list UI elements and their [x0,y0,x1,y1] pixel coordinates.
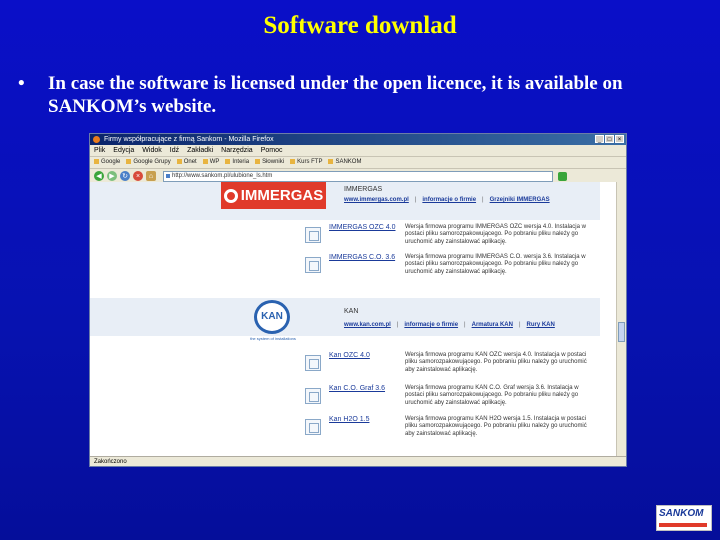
kan-logo[interactable]: KAN the system of installations [250,300,296,344]
program-row: Kan OZC 4.0 Wersja firmowa programu KAN … [305,352,595,378]
url-input[interactable]: http://www.sankom.pl/ulubione_ls.htm [163,170,553,182]
program-link[interactable]: Kan OZC 4.0 [329,352,399,360]
vendor-link-info[interactable]: informacje o firmie [422,197,476,203]
program-description: Wersja firmowa programu KAN C.O. Graf we… [405,385,579,406]
installer-icon [305,227,321,243]
vendor-links: www.kan.com.pl | informacje o firmie | A… [344,322,555,328]
program-link[interactable]: IMMERGAS OZC 4.0 [329,224,399,232]
sankom-logo-text: SANKOM [659,508,704,519]
vendor-links: www.immergas.com.pl | informacje o firmi… [344,197,550,203]
bookmark-item[interactable]: Słowniki [255,157,284,168]
vendor-link-pipes[interactable]: Rury KAN [527,322,555,328]
program-description: Wersja firmowa programu KAN OZC wersja 4… [405,352,587,373]
program-row: IMMERGAS C.O. 3.6 Wersja firmowa program… [305,254,595,280]
menu-file[interactable]: Plik [94,145,105,156]
installer-icon [305,419,321,435]
bookmark-item[interactable]: Google [94,157,120,168]
window-title: Firmy współpracujące z firmą Sankom - Mo… [104,136,274,143]
firefox-icon [93,136,100,143]
browser-titlebar: Firmy współpracujące z firmą Sankom - Mo… [90,134,626,145]
immergas-logo[interactable]: IMMERGAS [221,182,326,209]
minimize-button[interactable]: _ [595,135,604,143]
home-icon[interactable]: ⌂ [146,171,156,181]
immergas-logo-text: IMMERGAS [240,187,324,204]
program-row: IMMERGAS OZC 4.0 Wersja firmowa programu… [305,224,595,250]
menu-bar: Plik Edycja Widok Idź Zakładki Narzędzia… [90,145,626,157]
bookmark-item[interactable]: SANKOM [328,157,361,168]
installer-icon [305,355,321,371]
status-bar: Zakończono [90,456,626,466]
vendor-link-products[interactable]: Grzejniki IMMERGAS [490,197,550,203]
program-link[interactable]: Kan C.O. Graf 3.6 [329,385,399,393]
back-icon[interactable]: ◀ [94,171,104,181]
vertical-scrollbar[interactable] [616,182,626,456]
vendor-link-website[interactable]: www.immergas.com.pl [344,197,409,203]
stop-icon[interactable]: × [133,171,143,181]
bookmarks-toolbar: Google Google Grupy Onet WP Interia Słow… [90,157,626,169]
maximize-button[interactable]: □ [605,135,614,143]
program-row: Kan H2O 1.5 Wersja firmowa programu KAN … [305,416,595,442]
menu-bookmarks[interactable]: Zakładki [187,145,213,156]
installer-icon [305,257,321,273]
menu-view[interactable]: Widok [142,145,161,156]
program-link[interactable]: IMMERGAS C.O. 3.6 [329,254,399,262]
menu-tools[interactable]: Narzędzia [221,145,253,156]
scroll-thumb[interactable] [618,322,625,342]
reload-icon[interactable]: ↻ [120,171,130,181]
bookmark-item[interactable]: Interia [225,157,249,168]
bookmark-item[interactable]: WP [203,157,220,168]
immergas-ring-icon [223,188,238,203]
vendor-header-kan [90,298,600,336]
sankom-logo: SANKOM [656,505,712,531]
vendor-name: IMMERGAS [344,186,383,193]
menu-help[interactable]: Pomoc [261,145,283,156]
vendor-link-fittings[interactable]: Armatura KAN [472,322,513,328]
program-link[interactable]: Kan H2O 1.5 [329,416,399,424]
kan-logo-sub: the system of installations [250,336,296,341]
bookmark-item[interactable]: Google Grupy [126,157,170,168]
browser-screenshot: Firmy współpracujące z firmą Sankom - Mo… [89,133,627,467]
slide-title: Software downlad [263,12,457,39]
program-description: Wersja firmowa programu IMMERGAS C.O. we… [405,254,586,275]
forward-icon[interactable]: ▶ [107,171,117,181]
bookmark-item[interactable]: Onet [177,157,197,168]
close-button[interactable]: × [615,135,624,143]
go-button[interactable] [558,171,567,181]
bookmark-item[interactable]: Kurs FTP [290,157,322,168]
sankom-logo-bar [659,523,707,527]
program-description: Wersja firmowa programu KAN H2O wersja 1… [405,416,587,437]
kan-logo-text: KAN [261,311,283,322]
menu-edit[interactable]: Edycja [113,145,134,156]
installer-icon [305,388,321,404]
bullet-marker: • [18,73,25,94]
vendor-name: KAN [344,308,359,315]
vendor-link-info[interactable]: informacje o firmie [404,322,458,328]
bullet-text: In case the software is licensed under t… [48,73,623,117]
menu-go[interactable]: Idź [170,145,179,156]
program-row: Kan C.O. Graf 3.6 Wersja firmowa program… [305,385,595,411]
program-description: Wersja firmowa programu IMMERGAS OZC wer… [405,224,586,245]
vendor-link-website[interactable]: www.kan.com.pl [344,322,391,328]
page-content: IMMERGAS IMMERGAS www.immergas.com.pl | … [90,182,616,456]
